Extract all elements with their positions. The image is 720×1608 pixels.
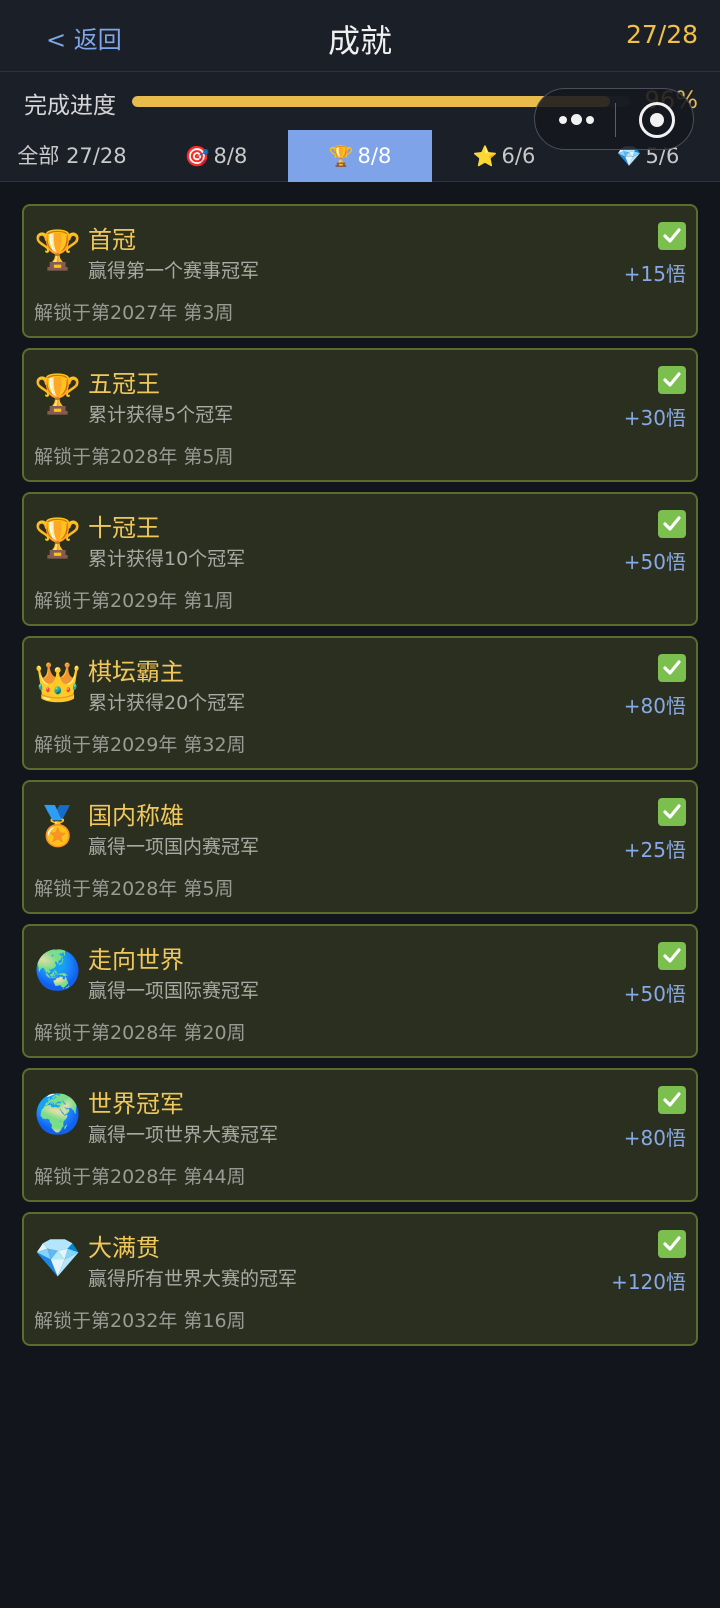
tab-label: 8/8 xyxy=(357,144,392,168)
achievement-title: 走向世界 xyxy=(88,946,184,974)
achievement-description: 累计获得5个冠军 xyxy=(88,404,234,426)
target-icon: 🎯 xyxy=(184,144,210,168)
unlock-date: 解锁于第2027年 第3周 xyxy=(34,302,234,324)
checkmark-icon xyxy=(658,798,686,826)
achievement-description: 赢得第一个赛事冠军 xyxy=(88,260,260,282)
achievement-card[interactable]: 🌏 走向世界赢得一项国际赛冠军解锁于第2028年 第20周 +50悟 xyxy=(22,924,698,1058)
tab-2[interactable]: 🏆 8/8 xyxy=(288,130,432,182)
capsule-divider xyxy=(615,103,616,137)
reward-points: +15悟 xyxy=(623,262,686,286)
checkmark-icon xyxy=(658,942,686,970)
tab-1[interactable]: 🎯 8/8 xyxy=(144,130,288,182)
unlock-date: 解锁于第2032年 第16周 xyxy=(34,1310,246,1332)
unlock-date: 解锁于第2028年 第5周 xyxy=(34,446,234,468)
achievement-card[interactable]: 👑 棋坛霸主累计获得20个冠军解锁于第2029年 第32周 +80悟 xyxy=(22,636,698,770)
checkmark-icon xyxy=(658,366,686,394)
close-target-icon[interactable] xyxy=(639,102,675,138)
achievement-title: 五冠王 xyxy=(88,370,160,398)
trophy-icon: 🏆 xyxy=(34,516,82,560)
crown-icon: 👑 xyxy=(34,660,82,704)
page-title: 成就 xyxy=(327,22,392,60)
achievement-title: 首冠 xyxy=(88,226,136,254)
achievement-description: 累计获得10个冠军 xyxy=(88,548,246,570)
achievement-title: 大满贯 xyxy=(88,1234,160,1262)
reward-points: +80悟 xyxy=(623,1126,686,1150)
unlock-date: 解锁于第2029年 第1周 xyxy=(34,590,234,612)
trophy-icon: 🏆 xyxy=(34,228,82,272)
achievement-description: 累计获得20个冠军 xyxy=(88,692,246,714)
achievement-list: 🏆 首冠 赢得第一个赛事冠军 解锁于第2027年 第3周 +15悟 🏆 五冠王 累计获得5个冠… xyxy=(22,204,698,1356)
achievement-card[interactable]: 🏆 五冠王累计获得5个冠军解锁于第2028年 第5周 +30悟 xyxy=(22,348,698,482)
tab-0[interactable]: 全部 27/28 xyxy=(0,130,144,182)
achievement-card[interactable]: 🏆 十冠王累计获得10个冠军解锁于第2029年 第1周 +50悟 xyxy=(22,492,698,626)
reward-points: +120悟 xyxy=(611,1270,686,1294)
achievement-title: 十冠王 xyxy=(88,514,160,542)
checkmark-icon xyxy=(658,510,686,538)
star-icon: ⭐ xyxy=(472,144,498,168)
checkmark-icon xyxy=(658,654,686,682)
achievement-description: 赢得一项国内赛冠军 xyxy=(88,836,260,858)
checkmark-icon xyxy=(658,1086,686,1114)
progress-label: 完成进度 xyxy=(24,93,116,119)
reward-points: +80悟 xyxy=(623,694,686,718)
unlock-date: 解锁于第2028年 第44周 xyxy=(34,1166,246,1188)
globe-asia-icon: 🌏 xyxy=(34,948,82,992)
tab-label: 8/8 xyxy=(213,144,248,168)
achievement-description: 赢得一项国际赛冠军 xyxy=(88,980,260,1002)
achievement-card[interactable]: 💎 大满贯赢得所有世界大赛的冠军解锁于第2032年 第16周 +120悟 xyxy=(22,1212,698,1346)
achievement-count: 27/28 xyxy=(625,20,698,49)
reward-points: +25悟 xyxy=(623,838,686,862)
reward-points: +50悟 xyxy=(623,982,686,1006)
unlock-date: 解锁于第2029年 第32周 xyxy=(34,734,246,756)
achievement-description: 赢得一项世界大赛冠军 xyxy=(88,1124,279,1146)
trophy-icon: 🏆 xyxy=(328,144,354,168)
top-nav-bar: < 返回 成就 27/28 xyxy=(0,0,720,72)
diamond-icon: 💎 xyxy=(34,1236,82,1280)
more-dots-icon[interactable] xyxy=(557,111,597,129)
unlock-date: 解锁于第2028年 第20周 xyxy=(34,1022,246,1044)
mini-program-capsule xyxy=(534,88,694,150)
reward-points: +30悟 xyxy=(623,406,686,430)
achievement-title: 棋坛霸主 xyxy=(88,658,184,686)
achievement-card[interactable]: 🏆 首冠赢得第一个赛事冠军解锁于第2027年 第3周 +15悟 xyxy=(22,204,698,338)
achievement-title: 国内称雄 xyxy=(88,802,184,830)
checkmark-icon xyxy=(658,1230,686,1258)
reward-points: +50悟 xyxy=(623,550,686,574)
trophy-icon: 🏆 xyxy=(34,372,82,416)
medal-icon: 🏅 xyxy=(34,804,82,848)
globe-africa-icon: 🌍 xyxy=(34,1092,82,1136)
achievement-title: 世界冠军 xyxy=(88,1090,184,1118)
checkmark-icon xyxy=(658,222,686,250)
achievement-card[interactable]: 🌍 世界冠军赢得一项世界大赛冠军解锁于第2028年 第44周 +80悟 xyxy=(22,1068,698,1202)
achievement-card[interactable]: 🏅 国内称雄赢得一项国内赛冠军解锁于第2028年 第5周 +25悟 xyxy=(22,780,698,914)
tab-label: 6/6 xyxy=(501,144,536,168)
unlock-date: 解锁于第2028年 第5周 xyxy=(34,878,234,900)
achievement-description: 赢得所有世界大赛的冠军 xyxy=(88,1268,298,1290)
tab-label: 全部 27/28 xyxy=(17,144,127,168)
